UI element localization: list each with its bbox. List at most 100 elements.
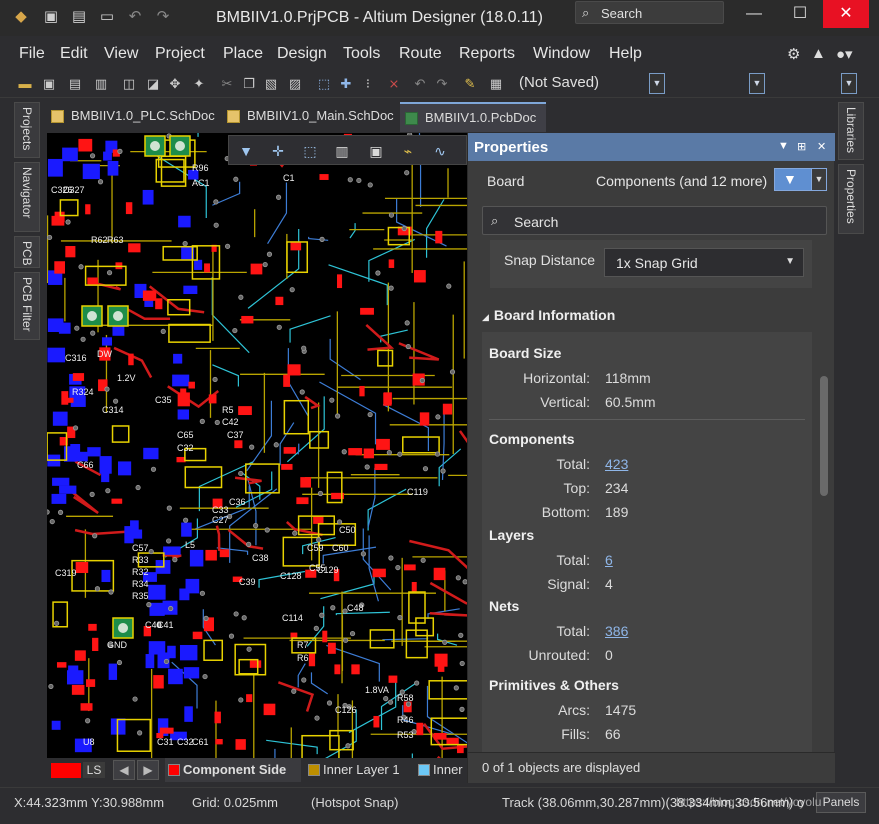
component-icon[interactable]: ▣ — [367, 142, 385, 160]
quick-actions-icon[interactable]: ✎ — [461, 75, 479, 93]
user-account-icon[interactable]: ●▾ — [836, 45, 853, 63]
section-divider — [489, 419, 805, 420]
properties-search-input[interactable]: ⌕ Search — [482, 206, 827, 235]
menu-design[interactable]: Design — [277, 45, 327, 63]
panel-tab-projects[interactable]: Projects — [14, 102, 40, 158]
open-file-icon[interactable]: ▬ — [16, 75, 34, 93]
selection-filter-dropdown[interactable]: ▼ — [811, 168, 827, 191]
panel-tab-properties[interactable]: Properties — [838, 164, 864, 234]
toolbar-redo-icon[interactable]: ↷ — [433, 75, 451, 93]
snap-distance-select[interactable]: 1x Snap Grid ▼ — [604, 248, 804, 277]
menu-view[interactable]: View — [104, 45, 138, 63]
view-config-dropdown[interactable]: ▼ — [841, 73, 857, 94]
menu-tools[interactable]: Tools — [343, 45, 380, 63]
select-dropdown-icon[interactable]: ⁝ — [359, 75, 377, 93]
components-total-link[interactable]: 423 — [605, 456, 628, 472]
panel-menu-chevron-icon[interactable]: ▼ — [778, 140, 789, 152]
cut-icon[interactable]: ✂ — [218, 75, 236, 93]
layer-tab-inner-layer-1[interactable]: Inner Layer 1 — [305, 758, 413, 782]
pcb-editor-canvas[interactable]: R96 AC1 C1 C326 C327 R62 R63 DW 1.2V R324 C314 C316… — [47, 133, 467, 758]
panel-tab-pcb-filter[interactable]: PCB Filter — [14, 272, 40, 340]
save-icon[interactable]: ▣ — [42, 8, 60, 26]
save-icon[interactable]: ▣ — [40, 75, 58, 93]
filter-icon[interactable]: ▼ — [237, 142, 255, 160]
global-search-input[interactable]: ⌕ Search — [575, 1, 724, 24]
thru-hole — [113, 311, 123, 321]
rubber-stamp-icon[interactable]: ▨ — [286, 75, 304, 93]
via — [65, 219, 71, 225]
route-icon[interactable]: ⌁ — [399, 142, 417, 160]
bottom-pad — [183, 667, 200, 679]
menu-help[interactable]: Help — [609, 45, 642, 63]
select-area-icon[interactable]: ⬚ — [315, 75, 333, 93]
panel-tab-pcb[interactable]: PCB — [14, 236, 40, 268]
close-button[interactable]: ✕ — [823, 0, 869, 28]
scrollbar-thumb[interactable] — [820, 376, 828, 496]
board-information-title: Board Information — [493, 307, 616, 323]
cross-probe-icon[interactable]: ✦ — [190, 75, 208, 93]
via — [238, 294, 244, 300]
via — [342, 637, 349, 643]
nets-total-link[interactable]: 386 — [605, 623, 628, 639]
layer-set-dropdown[interactable]: ▼ — [749, 73, 765, 94]
panel-tab-libraries[interactable]: Libraries — [838, 102, 864, 160]
menu-window[interactable]: Window — [533, 45, 590, 63]
doc-tab-pcbdoc[interactable]: BMBIIV1.0.PcbDoc — [400, 102, 546, 132]
layer-tab-component-side[interactable]: Component Side — [165, 758, 301, 782]
undo-icon[interactable]: ↶ — [126, 8, 144, 26]
move-icon[interactable]: ✚ — [337, 75, 355, 93]
panel-pin-icon[interactable]: ⊞ — [797, 140, 806, 153]
redo-icon[interactable]: ↷ — [154, 8, 172, 26]
via — [434, 451, 441, 457]
move-cross-icon[interactable]: ✛ — [269, 142, 287, 160]
doc-tab-plc-schdoc[interactable]: BMBIIV1.0_PLC.SchDoc — [46, 102, 222, 132]
notifications-bell-icon[interactable]: ▲ — [811, 45, 826, 62]
toolbar-undo-icon[interactable]: ↶ — [411, 75, 429, 93]
layer-scroll-right-button[interactable]: ▶ — [137, 760, 159, 780]
top-pad — [337, 274, 343, 289]
layer-tab-inner[interactable]: Inner — [415, 758, 467, 782]
layer-scroll-left-button[interactable]: ◀ — [113, 760, 135, 780]
menu-place[interactable]: Place — [223, 45, 263, 63]
doc-tab-label: BMBIIV1.0_Main.SchDoc — [247, 108, 394, 123]
panels-button[interactable]: Panels — [816, 792, 866, 813]
menu-reports[interactable]: Reports — [459, 45, 515, 63]
maximize-button[interactable]: ☐ — [777, 0, 823, 28]
variant-dropdown[interactable]: ▼ — [649, 73, 665, 94]
menu-file[interactable]: File — [19, 45, 45, 63]
zoom-selected-icon[interactable]: ◪ — [144, 75, 162, 93]
align-icon[interactable]: ▥ — [333, 142, 351, 160]
zoom-area-icon[interactable]: ◫ — [120, 75, 138, 93]
doc-tab-main-schdoc[interactable]: BMBIIV1.0_Main.SchDoc — [222, 102, 400, 132]
menu-route[interactable]: Route — [399, 45, 442, 63]
current-layer-color-swatch[interactable] — [51, 763, 81, 778]
layer-set-label[interactable]: LS — [83, 762, 105, 778]
properties-scrollbar[interactable] — [820, 246, 828, 746]
save-all-icon[interactable]: ▤ — [70, 8, 88, 26]
top-pad — [433, 732, 447, 740]
zoom-fit-icon[interactable]: ✥ — [166, 75, 184, 93]
via — [289, 287, 295, 293]
variant-icon[interactable]: ▦ — [487, 75, 505, 93]
arcs-value: 1475 — [605, 702, 637, 718]
search-icon: ⌕ — [582, 5, 590, 20]
settings-gear-icon[interactable]: ⚙ — [787, 45, 800, 63]
paste-icon[interactable]: ▧ — [262, 75, 280, 93]
menu-edit[interactable]: Edit — [60, 45, 88, 63]
top-pad — [287, 364, 301, 376]
select-rect-icon[interactable]: ⬚ — [301, 142, 319, 160]
tune-length-icon[interactable]: ∿ — [431, 142, 449, 160]
print-icon[interactable]: ▤ — [66, 75, 84, 93]
board-information-header[interactable]: ◢ Board Information — [482, 307, 615, 323]
panel-tab-navigator[interactable]: Navigator — [14, 162, 40, 232]
copy-icon[interactable]: ❐ — [240, 75, 258, 93]
open-icon[interactable]: ▭ — [98, 8, 116, 26]
layers-total-link[interactable]: 6 — [605, 552, 613, 568]
clear-filter-icon[interactable]: ⨯ — [385, 75, 403, 93]
minimize-button[interactable]: — — [731, 0, 777, 28]
selection-filter-button[interactable]: ▼ — [774, 168, 812, 191]
panel-close-icon[interactable]: ✕ — [817, 140, 826, 153]
print-preview-icon[interactable]: ▥ — [92, 75, 110, 93]
via — [48, 683, 54, 690]
menu-project[interactable]: Project — [155, 45, 205, 63]
